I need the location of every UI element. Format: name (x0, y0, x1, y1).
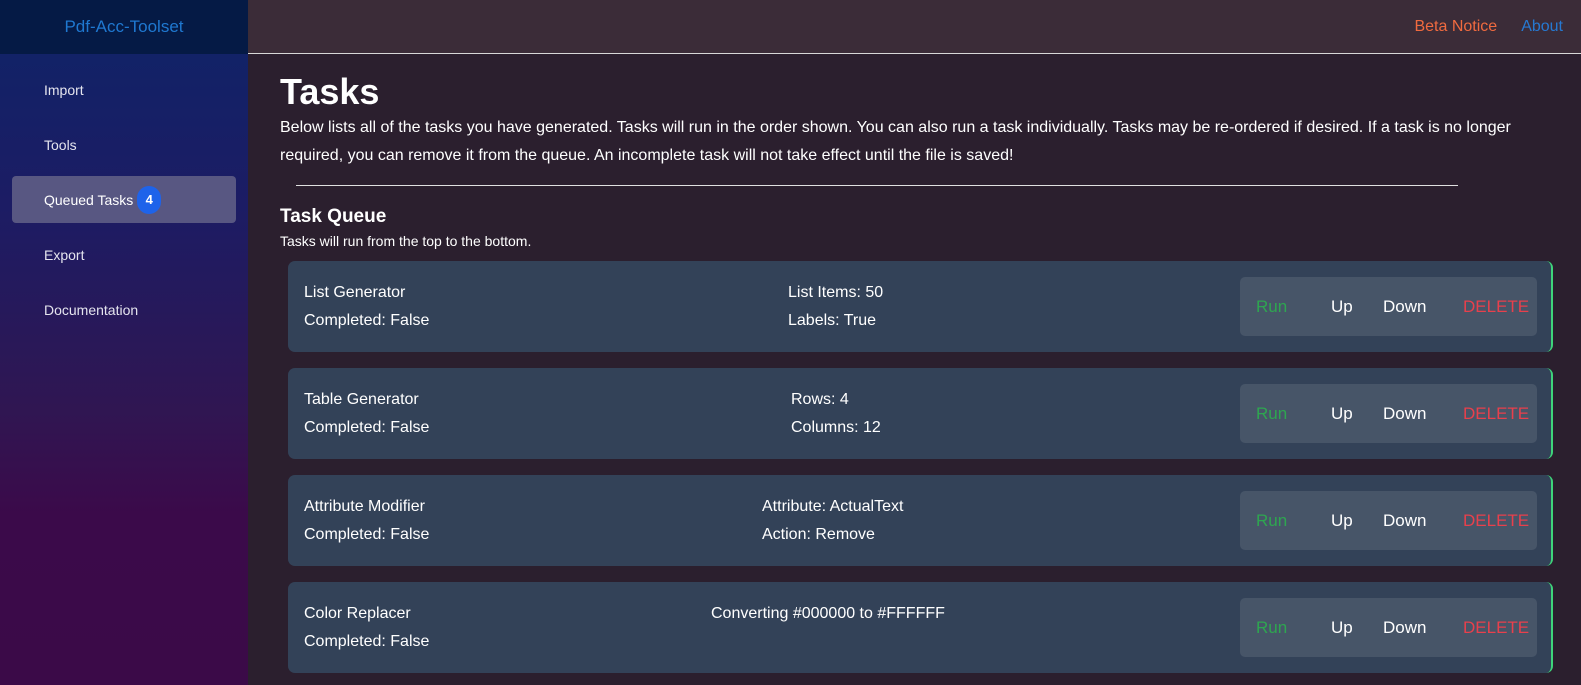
task-detail: Attribute: ActualText (762, 498, 904, 515)
task-detail: Rows: 4 (791, 391, 849, 408)
task-name: List Generator (304, 284, 406, 301)
task-status: Completed: False (304, 526, 430, 543)
delete-button[interactable]: DELETE (1463, 404, 1529, 424)
delete-button[interactable]: DELETE (1463, 511, 1529, 531)
task-detail: Labels: True (788, 312, 877, 329)
task-actions: Run Up Down DELETE (1240, 384, 1537, 443)
move-up-button[interactable]: Up (1331, 404, 1381, 424)
app-title[interactable]: Pdf-Acc-Toolset (0, 0, 248, 54)
task-queue-subtitle: Tasks will run from the top to the botto… (280, 233, 532, 249)
move-up-button[interactable]: Up (1331, 618, 1381, 638)
sidebar-item-label: Documentation (44, 301, 139, 318)
task-name: Color Replacer (304, 605, 411, 622)
move-down-button[interactable]: Down (1383, 511, 1463, 531)
task-card: Color Replacer Completed: False Converti… (288, 582, 1553, 673)
run-button[interactable]: Run (1256, 618, 1316, 638)
move-down-button[interactable]: Down (1383, 297, 1463, 317)
move-down-button[interactable]: Down (1383, 618, 1463, 638)
sidebar-item-label: Queued Tasks (44, 191, 134, 208)
page-title: Tasks (280, 71, 380, 112)
task-detail: Converting #000000 to #FFFFFF (711, 605, 945, 622)
task-status: Completed: False (304, 633, 430, 650)
sidebar-item-queued-tasks[interactable]: Queued Tasks 4 (12, 176, 236, 223)
task-detail: Columns: 12 (791, 419, 881, 436)
sidebar-item-import[interactable]: Import (12, 66, 236, 113)
task-card: List Generator Completed: False List Ite… (288, 261, 1553, 352)
delete-button[interactable]: DELETE (1463, 618, 1529, 638)
task-detail: List Items: 50 (788, 284, 884, 301)
sidebar: Pdf-Acc-Toolset Import Tools Queued Task… (0, 0, 248, 685)
sidebar-item-export[interactable]: Export (12, 231, 236, 278)
intro-text: Below lists all of the tasks you have ge… (280, 119, 1511, 164)
task-card: Table Generator Completed: False Rows: 4… (288, 368, 1553, 459)
top-bar: Beta Notice About (248, 0, 1581, 54)
move-up-button[interactable]: Up (1331, 511, 1381, 531)
task-actions: Run Up Down DELETE (1240, 277, 1537, 336)
task-card: Attribute Modifier Completed: False Attr… (288, 475, 1553, 566)
sidebar-nav: Import Tools Queued Tasks 4 Export Docum… (0, 54, 248, 333)
sidebar-item-tools[interactable]: Tools (12, 121, 236, 168)
run-button[interactable]: Run (1256, 297, 1316, 317)
beta-notice-link[interactable]: Beta Notice (1414, 18, 1497, 36)
move-up-button[interactable]: Up (1331, 297, 1381, 317)
task-actions: Run Up Down DELETE (1240, 491, 1537, 550)
sidebar-item-label: Export (44, 246, 85, 263)
sidebar-item-label: Import (44, 81, 84, 98)
task-actions: Run Up Down DELETE (1240, 598, 1537, 657)
about-link[interactable]: About (1521, 18, 1563, 36)
run-button[interactable]: Run (1256, 404, 1316, 424)
task-status: Completed: False (304, 312, 430, 329)
task-count-badge: 4 (137, 185, 162, 214)
move-down-button[interactable]: Down (1383, 404, 1463, 424)
task-name: Attribute Modifier (304, 498, 425, 515)
task-status: Completed: False (304, 419, 430, 436)
task-name: Table Generator (304, 391, 419, 408)
delete-button[interactable]: DELETE (1463, 297, 1529, 317)
task-list: List Generator Completed: False List Ite… (288, 261, 1553, 673)
divider (296, 185, 1458, 186)
run-button[interactable]: Run (1256, 511, 1316, 531)
sidebar-item-documentation[interactable]: Documentation (12, 286, 236, 333)
sidebar-item-label: Tools (44, 136, 77, 153)
task-queue-heading: Task Queue (280, 206, 387, 227)
main-content: Tasks Below lists all of the tasks you h… (280, 54, 1581, 685)
task-detail: Action: Remove (762, 526, 875, 543)
